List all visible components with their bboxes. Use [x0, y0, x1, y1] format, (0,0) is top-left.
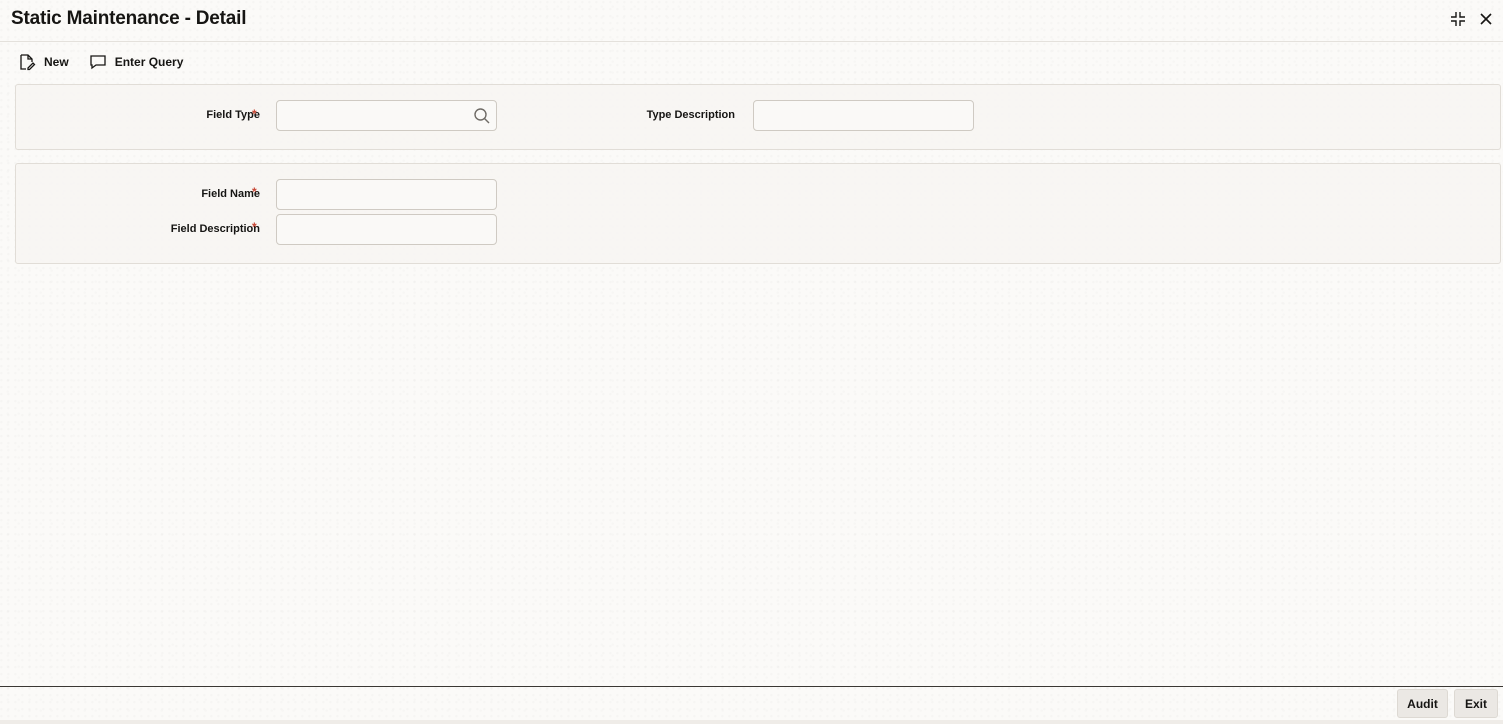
enter-query-label: Enter Query: [114, 55, 184, 69]
search-icon[interactable]: [473, 107, 491, 125]
new-document-icon: [18, 53, 36, 71]
collapse-icon[interactable]: [1449, 9, 1467, 29]
static-maintenance-window: Static Maintenance - Detail New Enter Qu…: [0, 0, 1503, 724]
audit-button[interactable]: Audit: [1397, 689, 1448, 718]
field-description-required-marker: *: [252, 220, 257, 234]
field-type-input[interactable]: [276, 100, 497, 131]
field-description-label: Field Description: [170, 223, 260, 235]
new-button-label: New: [44, 55, 69, 69]
footer-divider: [0, 686, 1503, 687]
exit-button[interactable]: Exit: [1454, 689, 1498, 718]
type-description-input[interactable]: [753, 100, 974, 131]
field-name-input[interactable]: [276, 179, 497, 210]
window-header: Static Maintenance - Detail: [0, 0, 1503, 42]
new-button[interactable]: New: [18, 53, 69, 71]
close-icon[interactable]: [1477, 9, 1495, 29]
bottom-strip: [0, 720, 1503, 724]
page-title: Static Maintenance - Detail: [11, 8, 247, 29]
chat-bubble-icon: [89, 53, 107, 71]
detail-section-panel: Field Name * Field Description *: [15, 163, 1501, 264]
type-description-label: Type Description: [646, 109, 735, 121]
toolbar: New Enter Query: [18, 53, 183, 71]
enter-query-button[interactable]: Enter Query: [89, 53, 184, 71]
field-name-required-marker: *: [252, 185, 257, 199]
header-section-panel: Field Type * Type Description: [15, 84, 1501, 150]
window-controls: [1449, 9, 1495, 29]
field-type-required-marker: *: [252, 107, 257, 121]
field-description-input[interactable]: [276, 214, 497, 245]
